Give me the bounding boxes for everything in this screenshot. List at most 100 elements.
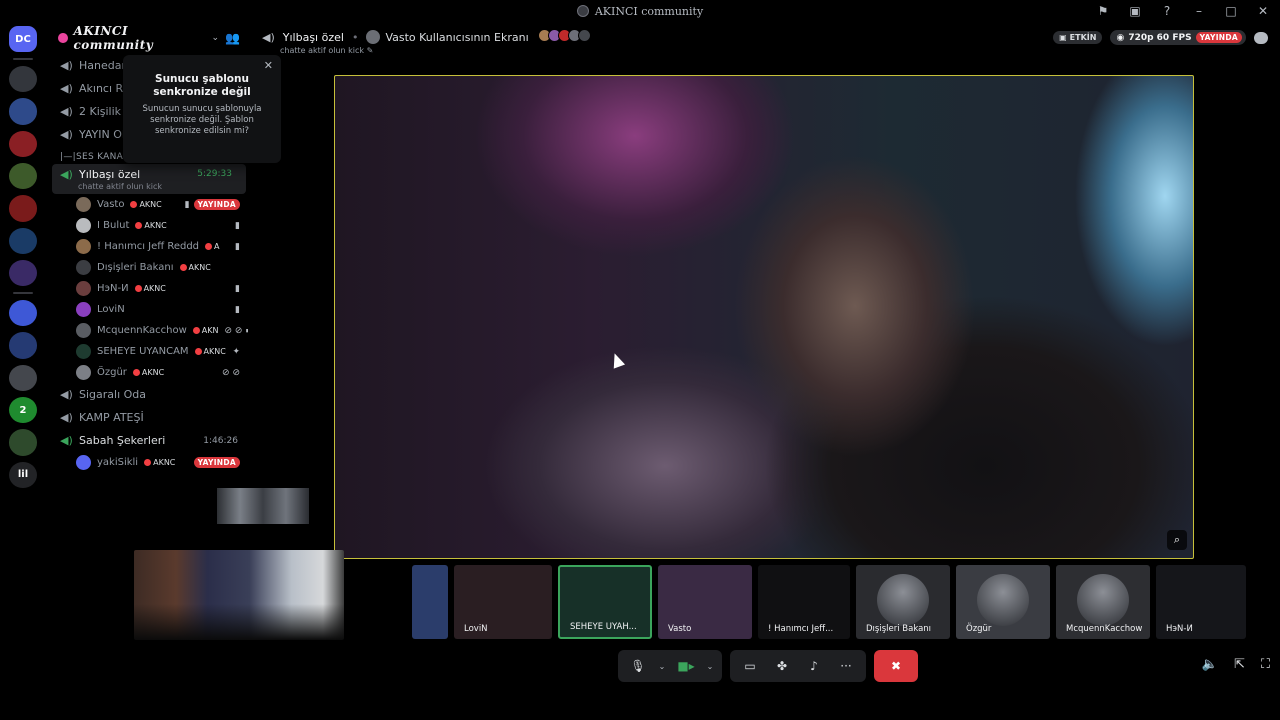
minimize-icon[interactable]: – [1192,4,1206,18]
server-icon[interactable] [9,66,37,93]
server-name: AKINCI community [73,24,154,52]
voice-user[interactable]: McquennKacchow AKN ⊘ ⊘ ▬ [50,320,248,341]
speaker-icon: ◀) [60,82,73,95]
voice-user[interactable]: HэN-И AKNC ▮ [50,278,248,299]
voice-user[interactable]: SEHEYE UYANCAM AKNC ✦ [50,341,248,362]
server-icon[interactable]: 2 [9,397,37,424]
user-tag: AKNC [135,221,166,230]
avatar [76,281,91,296]
rail-separator [13,292,33,295]
server-rail: DC 2 lil [0,22,46,488]
voice-user[interactable]: yakiSikli AKNC YAYINDA [50,452,248,473]
chat-icon[interactable] [1254,31,1268,44]
help-icon[interactable]: ? [1160,4,1174,18]
participant-name: McquennKacchow [1066,624,1143,634]
rail-separator [13,58,33,61]
volume-icon[interactable]: 🔈 [1202,657,1218,672]
zoom-icon[interactable]: ⌕ [1167,530,1187,550]
avatar [877,574,929,626]
server-icon[interactable] [9,332,37,359]
screen-preview [217,488,309,524]
speaker-icon: ◀) [60,434,73,447]
eye-icon: ◉ [1116,32,1125,43]
voice-user[interactable]: I Bulut AKNC ▮ [50,215,248,236]
server-header[interactable]: AKINCI community ⌄ 👥 [50,22,248,54]
channel-sabah[interactable]: ◀) Sabah Şekerleri 1:46:26 [50,429,248,452]
user-tag: AKNC [130,200,161,209]
activity-pill[interactable]: ▣ ETKİN [1053,31,1103,44]
user-name: McquennKacchow [97,325,187,336]
participant-tile[interactable]: Dışişleri Bakanı [856,565,950,639]
channel-title: Yılbaşı özel [282,30,344,44]
server-icon[interactable] [9,98,37,125]
user-tag: AKN [193,326,219,335]
participant-name: ! Hanımcı Jeff... [768,624,834,634]
avatar [76,323,91,338]
participant-tile[interactable]: HэN-И [1156,565,1246,639]
server-icon[interactable] [9,227,37,254]
channel-name: KAMP ATEŞİ [79,411,144,424]
participant-tile[interactable] [412,565,448,639]
close-icon[interactable]: ✕ [1256,4,1270,18]
user-name: LoviN [97,304,125,315]
more-icon[interactable]: ··· [832,654,860,678]
stream-quality[interactable]: ◉ 720p 60 FPS YAYINDA [1110,30,1246,45]
self-view-preview[interactable] [134,550,344,640]
stream-video[interactable]: ⌕ [334,75,1194,559]
participant-tile[interactable]: LoviN [454,565,552,639]
popup-title: Sunucu şablonu senkronize değil [153,73,251,98]
server-icon[interactable] [9,195,37,222]
participant-tile[interactable]: SEHEYE UYAH... [558,565,652,639]
server-icon[interactable]: DC [9,26,37,53]
user-tag: AKNC [195,347,226,356]
leave-stream-button[interactable]: ✖ [874,650,918,682]
speaker-icon: ◀) [60,128,73,141]
voice-user[interactable]: Dışişleri Bakanı AKNC [50,257,248,278]
inbox-icon[interactable]: ▣ [1128,4,1142,18]
voice-user[interactable]: Vasto AKNC ▮ YAYINDA [50,194,248,215]
avatar [76,455,91,470]
voice-user[interactable]: Özgür AKNC ⊘ ⊘ [50,362,248,383]
voice-user[interactable]: ! Hanımcı Jeff Reddd A ▮ [50,236,248,257]
chevron-down-icon[interactable]: ⌄ [656,654,668,678]
participant-tile[interactable]: ! Hanımcı Jeff... [758,565,850,639]
screen-share-icon[interactable]: ▭ [736,654,764,678]
user-tag: AKNC [144,458,175,467]
maximize-icon[interactable]: □ [1224,4,1238,18]
activities-icon[interactable]: ✤ [768,654,796,678]
participant-tile[interactable]: McquennKacchow [1056,565,1150,639]
invite-people-icon[interactable]: 👥 [225,31,240,45]
popup-body: Sunucun sunucu şablonuyla senkronize değ… [142,104,262,136]
server-icon[interactable] [9,163,37,190]
participant-tile[interactable]: Özgür [956,565,1050,639]
server-icon[interactable] [9,300,37,327]
server-icon[interactable] [9,259,37,287]
camera-icon[interactable]: ■▸ [672,654,700,678]
channel-active[interactable]: ◀) Yılbaşı özel 5:29:33 chatte aktif olu… [52,164,246,194]
stream-title[interactable]: Vasto Kullanıcısının Ekranı [366,30,529,44]
server-icon[interactable] [9,429,37,456]
server-icon[interactable] [9,364,37,392]
live-badge: YAYINDA [193,457,240,468]
viewer-avatars[interactable] [537,29,591,45]
pop-out-icon[interactable]: ⇱ [1234,657,1245,672]
soundboard-icon[interactable]: ♪ [800,654,828,678]
speaker-icon: ◀) [60,59,73,72]
channel-item[interactable]: ◀) Sigaralı Oda [50,383,248,406]
template-sync-popup: ✕ Sunucu şablonu senkronize değil Sunucu… [123,55,281,163]
chevron-down-icon[interactable]: ⌄ [704,654,716,678]
user-name: Özgür [97,367,127,378]
avatar [76,239,91,254]
mic-icon[interactable]: 🎙 [624,654,652,678]
server-icon[interactable] [9,130,37,158]
channel-item[interactable]: ◀) KAMP ATEŞİ [50,406,248,429]
voice-user[interactable]: LoviN ▮ [50,299,248,320]
speaker-icon: ◀) [60,105,73,118]
fullscreen-icon[interactable]: ⛶ [1261,657,1270,672]
server-icon[interactable]: lil [9,461,37,488]
channel-topic: chatte aktif olun kick ✎ [280,46,374,55]
avatar [977,574,1029,626]
server-logo-icon [576,5,589,17]
flag-icon[interactable]: ⚑ [1096,4,1110,18]
participant-tile[interactable]: Vasto [658,565,752,639]
